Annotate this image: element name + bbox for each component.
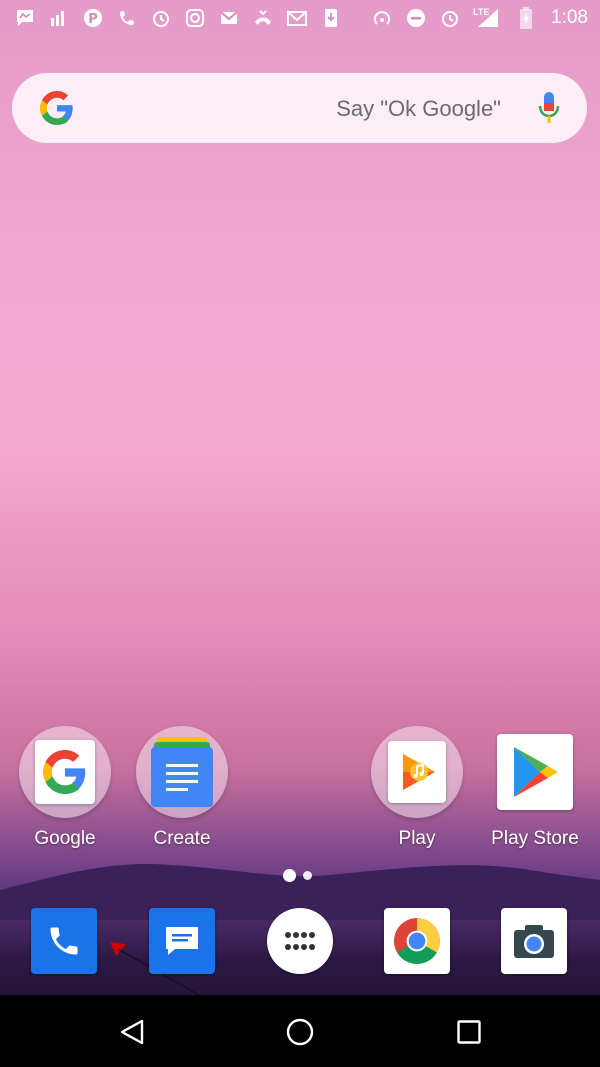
signal-icon: LTE [473, 7, 503, 29]
apps-grid-icon [267, 908, 333, 974]
recents-icon[interactable] [454, 1017, 484, 1047]
camera-icon [501, 908, 567, 974]
back-icon[interactable] [117, 1017, 147, 1047]
create-folder[interactable]: Create [132, 726, 232, 850]
page-dot-active [283, 869, 296, 882]
dock-messages[interactable] [149, 908, 215, 974]
svg-text:P: P [88, 12, 98, 27]
play-store-icon [497, 734, 573, 810]
alarm-icon [150, 7, 172, 29]
home-icon[interactable] [285, 1017, 315, 1047]
google-g-icon [40, 91, 73, 125]
clock: 1:08 [551, 7, 588, 28]
app-label: Create [153, 828, 211, 849]
pinterest-icon: P [82, 7, 104, 29]
missed-call-icon [116, 7, 138, 29]
microphone-icon[interactable] [537, 91, 561, 125]
chrome-icon [384, 908, 450, 974]
dock-camera[interactable] [501, 908, 567, 974]
battery-icon [515, 7, 537, 29]
email-icon [286, 7, 308, 29]
mobile-data-icon [48, 7, 70, 29]
play-folder[interactable]: Play [367, 726, 467, 850]
call-forward-icon [252, 7, 274, 29]
dock-phone[interactable] [31, 908, 97, 974]
google-search-bar[interactable]: Say "Ok Google" [12, 73, 587, 143]
messenger-icon [14, 7, 36, 29]
do-not-disturb-icon [405, 7, 427, 29]
dock-chrome[interactable] [384, 908, 450, 974]
instagram-icon [184, 7, 206, 29]
play-music-folder-icon [371, 726, 463, 818]
google-folder[interactable]: Google [15, 726, 115, 850]
download-icon [320, 7, 342, 29]
phone-icon [31, 908, 97, 974]
home-screen: P LTE 1:08 Say "Ok Google" Google Create… [0, 0, 600, 1067]
navigation-bar [0, 995, 600, 1067]
dock-app-drawer[interactable] [267, 908, 333, 974]
network-type: LTE [473, 7, 490, 17]
search-hint: Say "Ok Google" [336, 96, 501, 121]
status-bar: P LTE 1:08 [0, 0, 600, 36]
app-label: Google [34, 828, 96, 849]
docs-folder-icon [136, 726, 228, 818]
hotspot-icon [371, 7, 393, 29]
page-indicator [283, 869, 312, 882]
page-dot [303, 871, 312, 880]
app-label: Play Store [491, 828, 579, 849]
play-store-app[interactable]: Play Store [485, 726, 585, 850]
gmail-icon [218, 7, 240, 29]
app-label: Play [398, 828, 436, 849]
messages-icon [149, 908, 215, 974]
google-folder-icon [19, 726, 111, 818]
alarm-icon [439, 7, 461, 29]
